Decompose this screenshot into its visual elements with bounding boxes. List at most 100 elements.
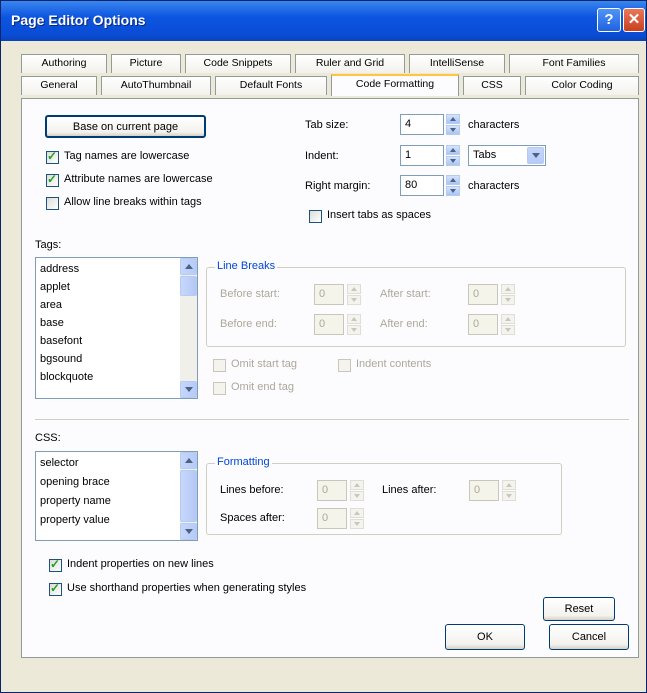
scroll-thumb[interactable]	[180, 470, 197, 522]
spin-up-icon[interactable]	[502, 480, 516, 490]
list-item[interactable]: property name	[40, 495, 111, 507]
spin-down-icon[interactable]	[350, 519, 364, 529]
allow-line-breaks-checkbox[interactable]	[46, 197, 59, 210]
tab-code-formatting[interactable]: Code Formatting	[331, 74, 459, 96]
spin-up-icon[interactable]	[350, 508, 364, 518]
tab-font-families[interactable]: Font Families	[509, 54, 639, 73]
before-start-spinner[interactable]	[347, 284, 361, 305]
tab-size-input[interactable]: 4	[400, 114, 444, 135]
help-button[interactable]: ?	[597, 8, 621, 32]
title-bar: Page Editor Options ? ✕	[1, 1, 646, 41]
tab-ruler-and-grid[interactable]: Ruler and Grid	[295, 54, 405, 73]
insert-tabs-as-spaces-checkbox[interactable]	[309, 210, 322, 223]
indent-contents-checkbox[interactable]	[338, 359, 351, 372]
tab-size-label: Tab size:	[305, 119, 349, 131]
spin-up-icon[interactable]	[347, 314, 361, 324]
chevron-down-icon[interactable]	[527, 147, 544, 164]
lines-before-spinner[interactable]	[350, 480, 364, 501]
spin-up-icon[interactable]	[446, 175, 460, 185]
tags-listbox[interactable]: address applet area base basefont bgsoun…	[35, 257, 198, 399]
right-margin-spinner[interactable]	[446, 175, 460, 196]
list-item[interactable]: property value	[40, 514, 110, 526]
scroll-down-icon[interactable]	[180, 381, 197, 398]
after-end-input[interactable]: 0	[468, 314, 498, 335]
list-item[interactable]: basefont	[40, 335, 82, 347]
spin-down-icon[interactable]	[347, 295, 361, 305]
tab-css[interactable]: CSS	[463, 76, 521, 95]
omit-start-tag-label: Omit start tag	[231, 358, 298, 370]
insert-tabs-as-spaces-label: Insert tabs as spaces	[327, 209, 431, 221]
list-item[interactable]: area	[40, 299, 62, 311]
spin-down-icon[interactable]	[446, 156, 460, 166]
list-item[interactable]: base	[40, 317, 64, 329]
scroll-up-icon[interactable]	[180, 452, 197, 469]
lines-after-label: Lines after:	[382, 484, 437, 496]
scroll-up-icon[interactable]	[180, 258, 197, 275]
spin-up-icon[interactable]	[350, 480, 364, 490]
spin-up-icon[interactable]	[501, 314, 515, 324]
scroll-thumb[interactable]	[180, 276, 197, 296]
indent-spinner[interactable]	[446, 145, 460, 166]
css-label: CSS:	[35, 432, 61, 444]
lines-after-input[interactable]: 0	[469, 480, 499, 501]
list-item[interactable]: blockquote	[40, 371, 93, 383]
tab-authoring[interactable]: Authoring	[21, 54, 107, 73]
base-on-current-page-button[interactable]: Base on current page	[45, 115, 206, 138]
after-start-input[interactable]: 0	[468, 284, 498, 305]
tags-scrollbar[interactable]	[180, 258, 197, 398]
lines-after-spinner[interactable]	[502, 480, 516, 501]
spin-down-icon[interactable]	[347, 325, 361, 335]
before-start-input[interactable]: 0	[314, 284, 344, 305]
list-item[interactable]: applet	[40, 281, 70, 293]
spin-down-icon[interactable]	[502, 491, 516, 501]
list-item[interactable]: selector	[40, 457, 79, 469]
tab-autothumbnail[interactable]: AutoThumbnail	[101, 76, 211, 95]
spin-up-icon[interactable]	[347, 284, 361, 294]
close-button[interactable]: ✕	[623, 8, 645, 32]
tab-code-snippets[interactable]: Code Snippets	[185, 54, 291, 73]
list-item[interactable]: bgsound	[40, 353, 82, 365]
tab-general[interactable]: General	[21, 76, 97, 95]
spin-down-icon[interactable]	[446, 186, 460, 196]
indent-properties-checkbox[interactable]	[49, 557, 62, 572]
indent-input[interactable]: 1	[400, 145, 444, 166]
list-item[interactable]: address	[40, 263, 79, 275]
ok-button[interactable]: OK	[445, 624, 525, 650]
tab-default-fonts[interactable]: Default Fonts	[215, 76, 327, 95]
spin-down-icon[interactable]	[446, 125, 460, 135]
cancel-button[interactable]: Cancel	[549, 624, 629, 650]
before-end-input[interactable]: 0	[314, 314, 344, 335]
lines-before-input[interactable]: 0	[317, 480, 347, 501]
list-item[interactable]: opening brace	[40, 476, 110, 488]
scroll-down-icon[interactable]	[180, 523, 197, 540]
omit-start-tag-checkbox[interactable]	[213, 359, 226, 372]
spaces-after-input[interactable]: 0	[317, 508, 347, 529]
divider	[35, 419, 629, 420]
before-end-label: Before end:	[220, 318, 277, 330]
use-shorthand-label: Use shorthand properties when generating…	[67, 582, 307, 594]
after-end-spinner[interactable]	[501, 314, 515, 335]
spin-down-icon[interactable]	[350, 491, 364, 501]
tab-color-coding[interactable]: Color Coding	[525, 76, 639, 95]
spin-down-icon[interactable]	[501, 295, 515, 305]
spin-down-icon[interactable]	[501, 325, 515, 335]
spaces-after-spinner[interactable]	[350, 508, 364, 529]
tab-intellisense[interactable]: IntelliSense	[409, 54, 505, 73]
before-end-spinner[interactable]	[347, 314, 361, 335]
tag-names-lowercase-label: Tag names are lowercase	[64, 150, 190, 162]
tab-picture[interactable]: Picture	[111, 54, 181, 73]
right-margin-input[interactable]: 80	[400, 175, 444, 196]
css-scrollbar[interactable]	[180, 452, 197, 540]
after-start-spinner[interactable]	[501, 284, 515, 305]
attribute-names-lowercase-checkbox[interactable]	[46, 172, 59, 187]
spin-up-icon[interactable]	[501, 284, 515, 294]
use-shorthand-checkbox[interactable]	[49, 581, 62, 596]
tab-size-spinner[interactable]	[446, 114, 460, 135]
spin-up-icon[interactable]	[446, 145, 460, 155]
reset-button[interactable]: Reset	[543, 597, 615, 621]
before-start-label: Before start:	[220, 288, 280, 300]
css-listbox[interactable]: selector opening brace property name pro…	[35, 451, 198, 541]
tag-names-lowercase-checkbox[interactable]	[46, 149, 59, 164]
spin-up-icon[interactable]	[446, 114, 460, 124]
omit-end-tag-checkbox[interactable]	[213, 382, 226, 395]
